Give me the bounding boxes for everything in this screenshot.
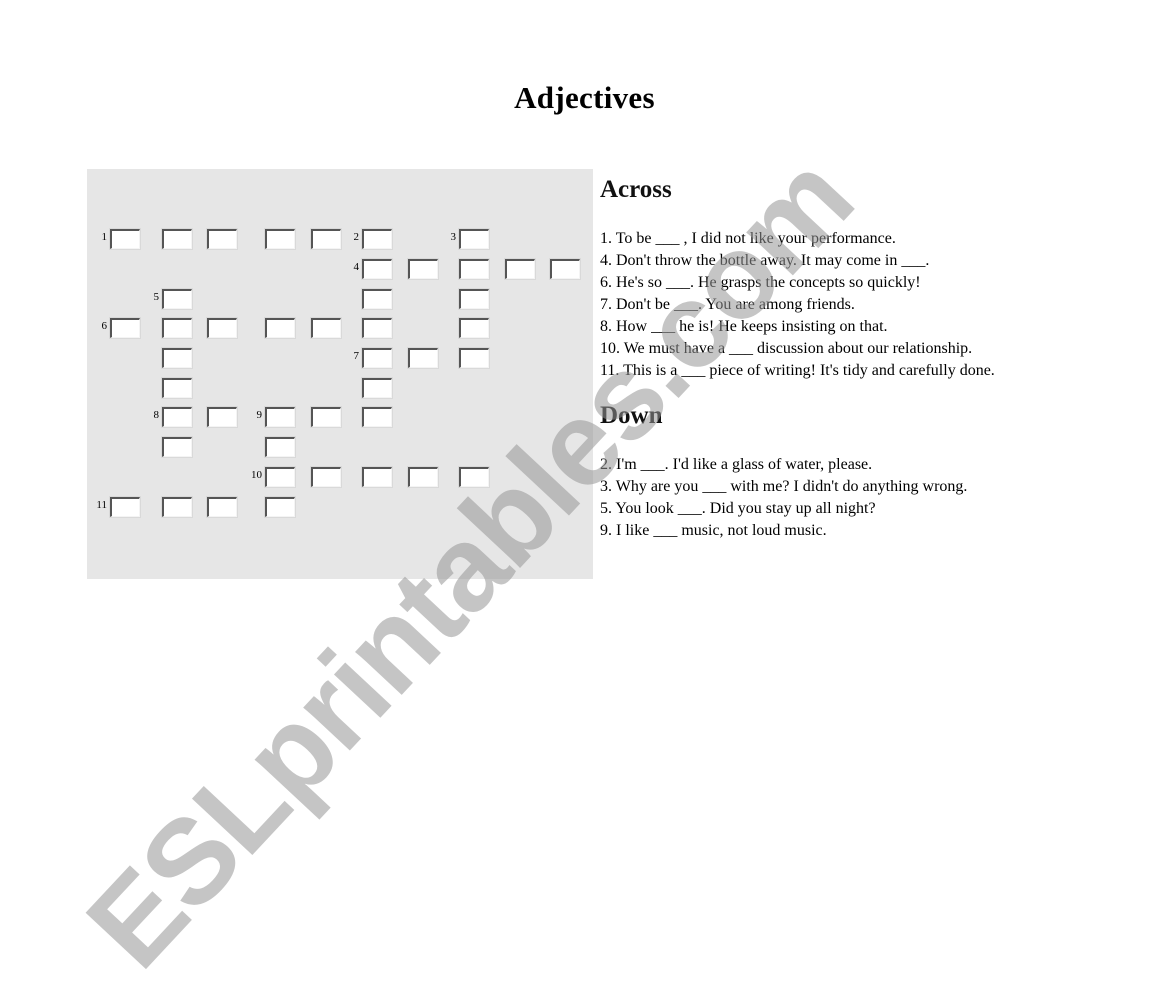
crossword-cell[interactable]: [361, 377, 393, 399]
crossword-cell[interactable]: [407, 347, 439, 369]
crossword-cell[interactable]: [109, 228, 141, 250]
crossword-cell[interactable]: [310, 228, 342, 250]
crossword-cell[interactable]: [310, 317, 342, 339]
crossword-cell[interactable]: [458, 317, 490, 339]
down-clue: 2. I'm ___. I'd like a glass of water, p…: [600, 456, 873, 473]
down-clue: 3. Why are you ___ with me? I didn't do …: [600, 478, 968, 495]
crossword-cell[interactable]: [361, 466, 393, 488]
crossword-cell[interactable]: [361, 228, 393, 250]
down-clue-list: 2. I'm ___. I'd like a glass of water, p…: [600, 454, 1040, 542]
clue-number-label: 3: [450, 231, 457, 243]
clue-number-label: 7: [353, 350, 360, 362]
crossword-cell[interactable]: [458, 347, 490, 369]
down-clue: 9. I like ___ music, not loud music.: [600, 522, 827, 539]
crossword-cell[interactable]: [206, 406, 238, 428]
crossword-cell[interactable]: [109, 496, 141, 518]
crossword-cell[interactable]: [161, 377, 193, 399]
crossword-cell[interactable]: [361, 347, 393, 369]
across-clue: 11. This is a ___ piece of writing! It's…: [600, 362, 995, 379]
clue-number-label: 4: [353, 261, 360, 273]
across-clue: 6. He's so ___. He grasps the concepts s…: [600, 274, 921, 291]
across-clue: 7. Don't be ___. You are among friends.: [600, 296, 855, 313]
crossword-cell[interactable]: [109, 317, 141, 339]
crossword-cell[interactable]: [264, 406, 296, 428]
crossword-cell[interactable]: [161, 347, 193, 369]
crossword-cell[interactable]: [407, 466, 439, 488]
crossword-cell[interactable]: [458, 466, 490, 488]
clues-panel: Across 1. To be ___ , I did not like you…: [600, 172, 1040, 542]
crossword-cell[interactable]: [161, 317, 193, 339]
crossword-cell[interactable]: [504, 258, 536, 280]
down-heading: Down: [600, 402, 663, 429]
down-clue: 5. You look ___. Did you stay up all nig…: [600, 500, 876, 517]
clue-number-label: 5: [153, 291, 160, 303]
crossword-cell[interactable]: [458, 228, 490, 250]
crossword-cell[interactable]: [161, 228, 193, 250]
crossword-cell[interactable]: [161, 496, 193, 518]
crossword-cell[interactable]: [264, 317, 296, 339]
crossword-cell[interactable]: [361, 288, 393, 310]
crossword-cell[interactable]: [161, 406, 193, 428]
crossword-cell[interactable]: [549, 258, 581, 280]
crossword-cell[interactable]: [310, 406, 342, 428]
crossword-cell[interactable]: [264, 466, 296, 488]
crossword-cell[interactable]: [361, 406, 393, 428]
across-clue: 4. Don't throw the bottle away. It may c…: [600, 252, 930, 269]
clue-number-label: 10: [251, 469, 262, 481]
across-clue: 8. How ___ he is! He keeps insisting on …: [600, 318, 888, 335]
across-clue-list: 1. To be ___ , I did not like your perfo…: [600, 228, 1040, 382]
crossword-cell[interactable]: [264, 436, 296, 458]
crossword-cell[interactable]: [206, 317, 238, 339]
crossword-cell[interactable]: [361, 317, 393, 339]
crossword-cell[interactable]: [310, 466, 342, 488]
crossword-cell[interactable]: [458, 258, 490, 280]
crossword-cell[interactable]: [206, 496, 238, 518]
across-clue: 1. To be ___ , I did not like your perfo…: [600, 230, 896, 247]
crossword-cell[interactable]: [361, 258, 393, 280]
page-title: Adjectives: [514, 80, 655, 115]
crossword-cell[interactable]: [206, 228, 238, 250]
across-clue: 10. We must have a ___ discussion about …: [600, 340, 973, 357]
crossword-cell[interactable]: [264, 228, 296, 250]
crossword-grid: 1 2 3 4 5 6 7 8 9 10 11: [87, 169, 593, 579]
clue-number-label: 2: [353, 231, 360, 243]
across-heading: Across: [600, 176, 672, 203]
clue-number-label: 1: [101, 231, 108, 243]
crossword-cell[interactable]: [407, 258, 439, 280]
crossword-cell[interactable]: [161, 288, 193, 310]
crossword-cell[interactable]: [161, 436, 193, 458]
clue-number-label: 8: [153, 409, 160, 421]
crossword-cell[interactable]: [458, 288, 490, 310]
clue-number-label: 11: [96, 499, 107, 511]
crossword-cell[interactable]: [264, 496, 296, 518]
clue-number-label: 9: [256, 409, 263, 421]
clue-number-label: 6: [101, 320, 108, 332]
